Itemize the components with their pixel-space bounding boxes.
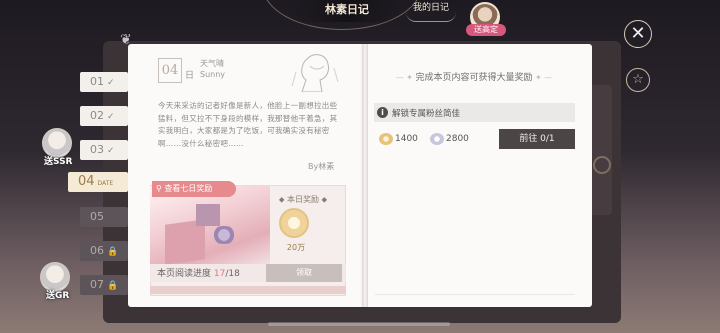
reading-progress: 本页阅读进度 17/18 xyxy=(157,266,240,279)
check-icon: ✓ xyxy=(107,146,115,156)
right-title-text: 完成本页内容可获得大量奖励 xyxy=(415,73,533,83)
tab-label: 01 xyxy=(90,75,104,88)
tab-sub: DATE xyxy=(97,180,114,187)
flower-icon xyxy=(210,226,238,244)
progress-total: 18 xyxy=(228,269,240,279)
right-page-title: — ✦ 完成本页内容可获得大量奖励 ✦ — xyxy=(374,70,574,83)
diamond-left-icon: — ✦ xyxy=(395,73,416,82)
tab-day-05[interactable]: 05 xyxy=(80,207,128,227)
home-indicator xyxy=(268,322,450,326)
book-spine xyxy=(362,44,368,307)
date-number: 04 xyxy=(158,58,182,83)
pentagram-icon: ☆ xyxy=(626,68,650,92)
tab-label: 04 xyxy=(78,174,95,189)
today-reward-label: ⬥ 本日奖励 ⬥ xyxy=(278,195,328,204)
date-suffix: 日 xyxy=(185,71,195,81)
view-rewards-label: 查看七日奖励 xyxy=(164,184,213,193)
weather-en: Sunny xyxy=(200,70,226,79)
today-reward-text: 本日奖励 xyxy=(287,195,319,204)
view-seven-day-rewards-button[interactable]: ⚲ 查看七日奖励 xyxy=(152,181,236,197)
gem-icon xyxy=(430,133,444,145)
unlock-text: 解锁专属粉丝简佳 xyxy=(392,109,461,119)
tab-label: 07 xyxy=(90,278,104,291)
diary-text: 今天来采访的记者好像是新人，他脸上一副想拉出些猛料，但又拉不下身段的模样，我那替… xyxy=(158,101,338,148)
info-icon: i xyxy=(377,107,388,118)
avatar-tag: 送高定 xyxy=(466,24,506,36)
character-sketch-icon xyxy=(291,54,339,92)
page-title: 林素日记 xyxy=(292,0,402,22)
claim-button[interactable]: 领取 xyxy=(266,264,342,282)
tab-day-02[interactable]: 02 ✓ xyxy=(80,106,128,126)
coin-icon xyxy=(379,133,393,145)
lock-icon: 🔒 xyxy=(107,247,119,257)
tab-label: 05 xyxy=(90,210,104,223)
close-icon[interactable]: ✕ xyxy=(624,20,652,48)
coin-reward-icon[interactable] xyxy=(279,208,309,238)
diamond-right-icon: ✦ — xyxy=(532,73,553,82)
diary-author: By林素 xyxy=(308,162,335,171)
gift-box-icon xyxy=(165,219,205,265)
tab-label: 03 xyxy=(90,143,104,156)
tab-day-06[interactable]: 06 🔒 xyxy=(80,241,128,261)
gem-value: 2800 xyxy=(446,134,469,144)
check-icon: ✓ xyxy=(107,78,115,88)
tab-label: 06 xyxy=(90,244,104,257)
gift-box-small-icon xyxy=(196,204,220,226)
tab-label: 02 xyxy=(90,109,104,122)
ssr-gift-tag: 送SSR xyxy=(44,157,73,167)
weather-info: 天气晴 Sunny xyxy=(200,58,225,80)
clasp-ring-icon xyxy=(593,156,611,174)
card-bottom-bar xyxy=(150,286,346,294)
check-icon: ✓ xyxy=(107,112,115,122)
tab-day-04[interactable]: 04 DATE xyxy=(68,172,128,192)
gr-gift-tag: 送GR xyxy=(46,291,70,301)
right-page xyxy=(365,44,592,307)
tab-day-01[interactable]: 01 ✓ xyxy=(80,72,128,92)
weather-label: 天气晴 xyxy=(200,59,224,68)
page-divider xyxy=(375,294,575,295)
coin-value: 1400 xyxy=(395,134,418,144)
coin-reward-value: 20万 xyxy=(286,243,306,252)
progress-current: 17 xyxy=(213,269,226,279)
my-diary-button[interactable]: 我的日记 xyxy=(406,0,456,22)
go-button[interactable]: 前往 0/1 xyxy=(499,129,575,149)
book-clasp xyxy=(590,85,612,215)
lock-icon: 🔒 xyxy=(107,281,119,291)
tab-day-07[interactable]: 07 🔒 xyxy=(80,275,128,295)
tab-day-03[interactable]: 03 ✓ xyxy=(80,140,128,160)
progress-label: 本页阅读进度 xyxy=(157,269,212,279)
